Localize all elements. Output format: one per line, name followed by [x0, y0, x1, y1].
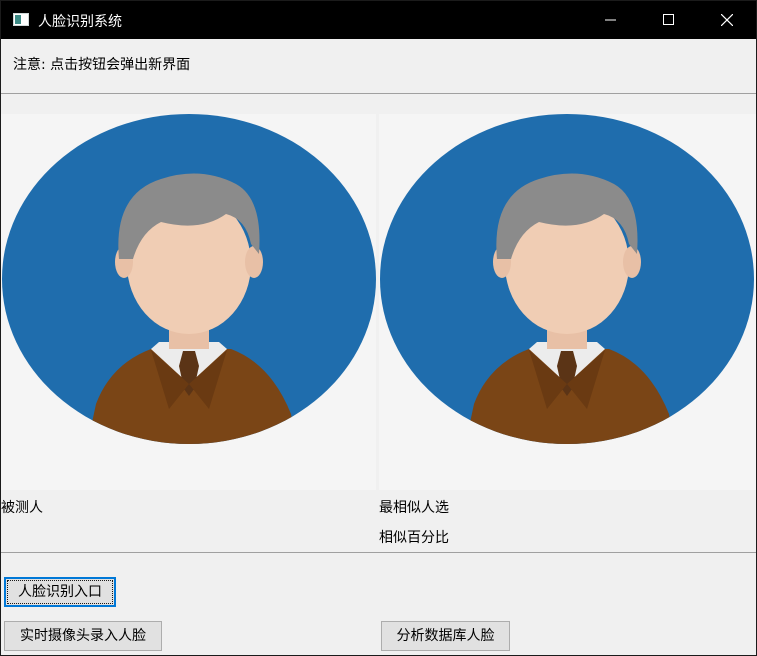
avatar-placeholder-icon: [2, 114, 376, 444]
bottom-divider: [1, 552, 756, 553]
minimize-button[interactable]: [582, 1, 640, 39]
best-match-label: 最相似人选: [379, 500, 449, 516]
minimize-icon: [605, 19, 616, 21]
test-subject-label: 被测人: [1, 500, 43, 516]
maximize-icon: [663, 14, 674, 25]
app-icon: [13, 13, 29, 26]
close-icon: [721, 14, 733, 26]
title-bar: 人脸识别系统: [1, 1, 756, 39]
notice-text: 注意: 点击按钮会弹出新界面: [13, 57, 191, 73]
app-window: 人脸识别系统 注意: 点击按钮会弹出新界面 被测人 最相似人选 相似百分比 人脸…: [0, 0, 757, 656]
camera-enroll-button[interactable]: 实时摄像头录入人脸: [4, 621, 162, 651]
window-title: 人脸识别系统: [38, 14, 122, 30]
close-button[interactable]: [698, 1, 756, 39]
analyze-database-button-label: 分析数据库人脸: [396, 628, 495, 644]
face-recognition-button[interactable]: 人脸识别入口: [4, 577, 116, 607]
best-match-image: [379, 114, 756, 490]
avatar-placeholder-icon: [380, 114, 754, 444]
similarity-label: 相似百分比: [379, 530, 449, 546]
camera-enroll-button-label: 实时摄像头录入人脸: [20, 628, 146, 644]
maximize-button[interactable]: [640, 1, 698, 39]
test-subject-image: [1, 114, 376, 490]
analyze-database-button[interactable]: 分析数据库人脸: [381, 621, 510, 651]
top-divider: [1, 93, 756, 94]
